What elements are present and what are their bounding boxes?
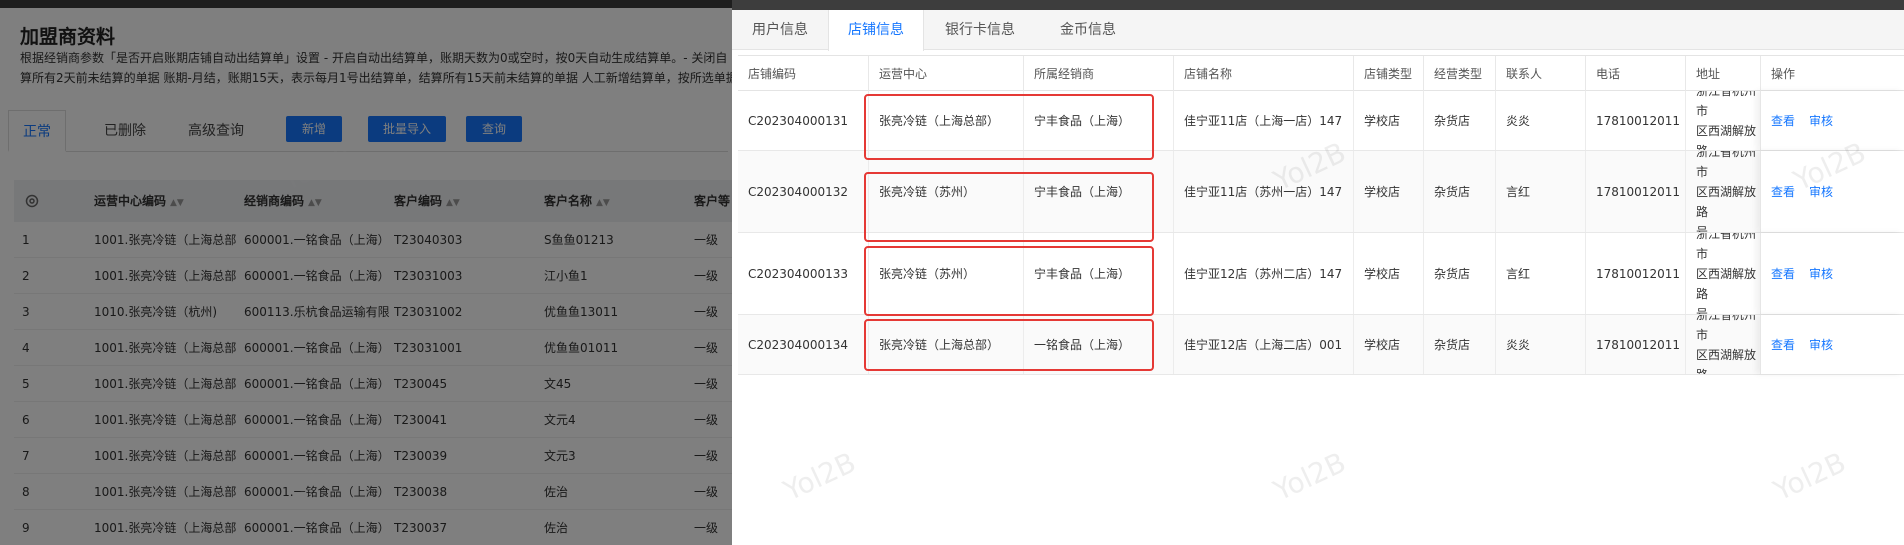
table-cell-contact: 言红	[1495, 233, 1585, 314]
column-header-phone: 电话	[1585, 56, 1685, 92]
table-cell-biz-type: 杂货店	[1423, 315, 1495, 374]
highlight-box	[864, 172, 1154, 242]
table-cell-store-type: 学校店	[1353, 91, 1423, 150]
table-cell-store-type: 学校店	[1353, 233, 1423, 314]
view-link[interactable]: 查看	[1771, 265, 1795, 282]
address-line: 号	[1696, 224, 1709, 233]
column-header-store-name: 店铺名称	[1173, 56, 1353, 92]
table-cell-code: C202304000132	[748, 184, 848, 199]
column-header-contact: 联系人	[1495, 56, 1585, 92]
column-header-address: 地址	[1685, 56, 1760, 92]
table-cell-phone: 17810012011	[1585, 233, 1685, 314]
view-link[interactable]: 查看	[1771, 112, 1795, 129]
table-cell-actions: 查看 审核	[1760, 151, 1904, 232]
column-header-business-type: 经营类型	[1423, 56, 1495, 92]
audit-link[interactable]: 审核	[1809, 112, 1833, 129]
table-cell-phone: 17810012011	[1585, 91, 1685, 150]
column-header-operation-center: 运营中心	[868, 56, 1023, 92]
table-cell-biz-type: 杂货店	[1423, 91, 1495, 150]
address-line: 区西湖解放路	[1696, 347, 1757, 375]
column-header-actions: 操作	[1760, 56, 1904, 92]
table-cell-actions: 查看 审核	[1760, 233, 1904, 314]
watermark: Yol2B	[1768, 445, 1851, 508]
tab-coin-info[interactable]: 金币信息	[1036, 10, 1140, 50]
highlight-box	[864, 319, 1154, 371]
table-cell-contact: 言红	[1495, 151, 1585, 232]
watermark: Yol2B	[778, 445, 861, 508]
table-cell-store: 佳宁亚12店（苏州二店）147	[1173, 233, 1353, 314]
table-cell-biz-type: 杂货店	[1423, 233, 1495, 314]
table-cell-code: C202304000134	[748, 337, 848, 352]
address-line: 浙江省杭州市	[1696, 91, 1756, 118]
highlight-box	[864, 246, 1154, 316]
tab-user-info[interactable]: 用户信息	[732, 10, 828, 50]
address-line: 区西湖解放路	[1696, 266, 1757, 301]
table-cell-store-type: 学校店	[1353, 151, 1423, 232]
audit-link[interactable]: 审核	[1809, 265, 1833, 282]
view-link[interactable]: 查看	[1771, 183, 1795, 200]
table-cell-contact: 炎炎	[1495, 315, 1585, 374]
watermark: Yol2B	[1268, 445, 1351, 508]
table-cell-store: 佳宁亚11店（上海一店）147	[1173, 91, 1353, 150]
table-cell-code: C202304000133	[748, 266, 848, 281]
address-line: 浙江省杭州市	[1696, 233, 1757, 261]
table-cell-address: 浙江省杭州市区西湖解放路号	[1685, 233, 1760, 314]
address-line: 区西湖解放路	[1696, 184, 1757, 219]
column-header-dealer: 所属经销商	[1023, 56, 1173, 92]
table-cell-phone: 17810012011	[1585, 151, 1685, 232]
view-link[interactable]: 查看	[1771, 336, 1795, 353]
address-line: 浙江省杭州市	[1696, 151, 1757, 179]
tab-bank-card-info[interactable]: 银行卡信息	[924, 10, 1036, 50]
audit-link[interactable]: 审核	[1809, 336, 1833, 353]
table-cell-address: 浙江省杭州市区西湖解放路	[1685, 91, 1760, 150]
table-cell-actions: 查看 审核	[1760, 315, 1904, 374]
table-cell-store: 佳宁亚12店（上海二店）001	[1173, 315, 1353, 374]
address-line: 浙江省杭州市	[1696, 315, 1756, 342]
store-table-header: 店铺编码 运营中心 所属经销商 店铺名称 店铺类型 经营类型 联系人 电话 地址…	[738, 55, 1904, 92]
table-cell-code: C202304000131	[748, 113, 848, 128]
column-header-store-type: 店铺类型	[1353, 56, 1423, 92]
address-line: 区西湖解放路	[1696, 123, 1757, 151]
highlight-box	[864, 94, 1154, 160]
table-cell-actions: 查看 审核	[1760, 91, 1904, 150]
drawer-tabs: 用户信息 店铺信息 银行卡信息 金币信息	[732, 10, 1904, 51]
table-cell-contact: 炎炎	[1495, 91, 1585, 150]
table-cell-store-type: 学校店	[1353, 315, 1423, 374]
table-cell-store: 佳宁亚11店（苏州一店）147	[1173, 151, 1353, 232]
audit-link[interactable]: 审核	[1809, 183, 1833, 200]
tab-store-info[interactable]: 店铺信息	[828, 10, 924, 51]
store-info-drawer: 用户信息 店铺信息 银行卡信息 金币信息 店铺编码 运营中心 所属经销商 店铺名…	[732, 0, 1904, 545]
table-cell-address: 浙江省杭州市区西湖解放路	[1685, 315, 1760, 374]
address-line: 号	[1696, 306, 1709, 315]
table-cell-biz-type: 杂货店	[1423, 151, 1495, 232]
column-header-store-code: 店铺编码	[748, 67, 797, 81]
table-cell-phone: 17810012011	[1585, 315, 1685, 374]
table-cell-address: 浙江省杭州市区西湖解放路号	[1685, 151, 1760, 232]
drawer-top-strip	[732, 0, 1904, 10]
